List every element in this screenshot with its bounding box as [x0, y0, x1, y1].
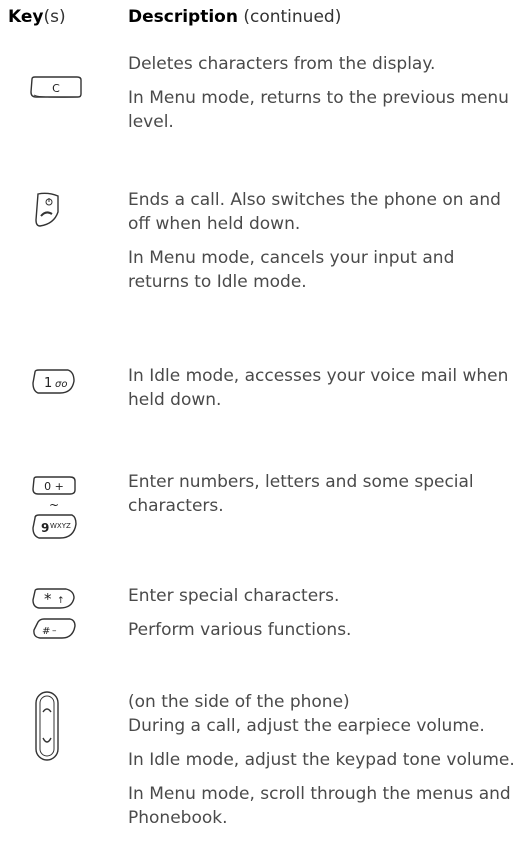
description-line: (on the side of the phone) — [128, 692, 350, 712]
description-line: In Menu mode, scroll through the menus a… — [128, 784, 511, 828]
description-line: In Idle mode, accesses your voice mail w… — [128, 366, 509, 410]
end-call-key-icon — [32, 190, 62, 232]
star-key-label: * — [44, 590, 52, 608]
description-line: In Idle mode, adjust the keypad tone vol… — [128, 750, 515, 770]
svg-text:–: – — [52, 626, 57, 636]
hash-key-label: # — [42, 626, 50, 637]
description-line: During a call, adjust the earpiece volum… — [128, 716, 485, 736]
description-line: Ends a call. Also switches the phone on … — [128, 190, 501, 234]
voicemail-key-1-icon: 1 σο — [30, 369, 76, 399]
description-line: Enter numbers, letters and some special … — [128, 472, 474, 516]
description-line: In Menu mode, returns to the previous me… — [128, 88, 509, 132]
description-line: In Menu mode, cancels your input and ret… — [128, 248, 455, 292]
svg-text:σο: σο — [55, 379, 67, 390]
row-5-description: Enter special characters. Perform variou… — [128, 584, 516, 642]
description-column-header: Description (continued) — [128, 7, 342, 27]
description-line: Perform various functions. — [128, 620, 352, 640]
key-9-letters: WXYZ — [50, 522, 71, 530]
range-symbol: ~ — [49, 498, 59, 512]
clear-key-label: C — [52, 82, 60, 95]
volume-side-key-icon — [34, 690, 60, 766]
description-line: Enter special characters. — [128, 586, 340, 606]
star-hash-keys-icon: * ↑ # – — [30, 588, 78, 648]
row-4-description: Enter numbers, letters and some special … — [128, 470, 516, 518]
key-column-header: Key(s) — [8, 7, 66, 27]
key-9-label: 9 — [41, 521, 49, 535]
key-1-label: 1 — [44, 376, 52, 391]
clear-key-icon: C — [28, 76, 84, 104]
key-0-label: 0 + — [44, 480, 64, 493]
row-3-description: In Idle mode, accesses your voice mail w… — [128, 364, 516, 412]
description-line: Deletes characters from the display. — [128, 54, 436, 74]
svg-text:↑: ↑ — [57, 596, 65, 606]
number-keys-0-9-icon: 0 + ~ 9 WXYZ — [30, 476, 80, 546]
row-6-description: (on the side of the phone) During a call… — [128, 690, 516, 830]
row-1-description: Deletes characters from the display. In … — [128, 52, 516, 134]
row-2-description: Ends a call. Also switches the phone on … — [128, 188, 516, 294]
